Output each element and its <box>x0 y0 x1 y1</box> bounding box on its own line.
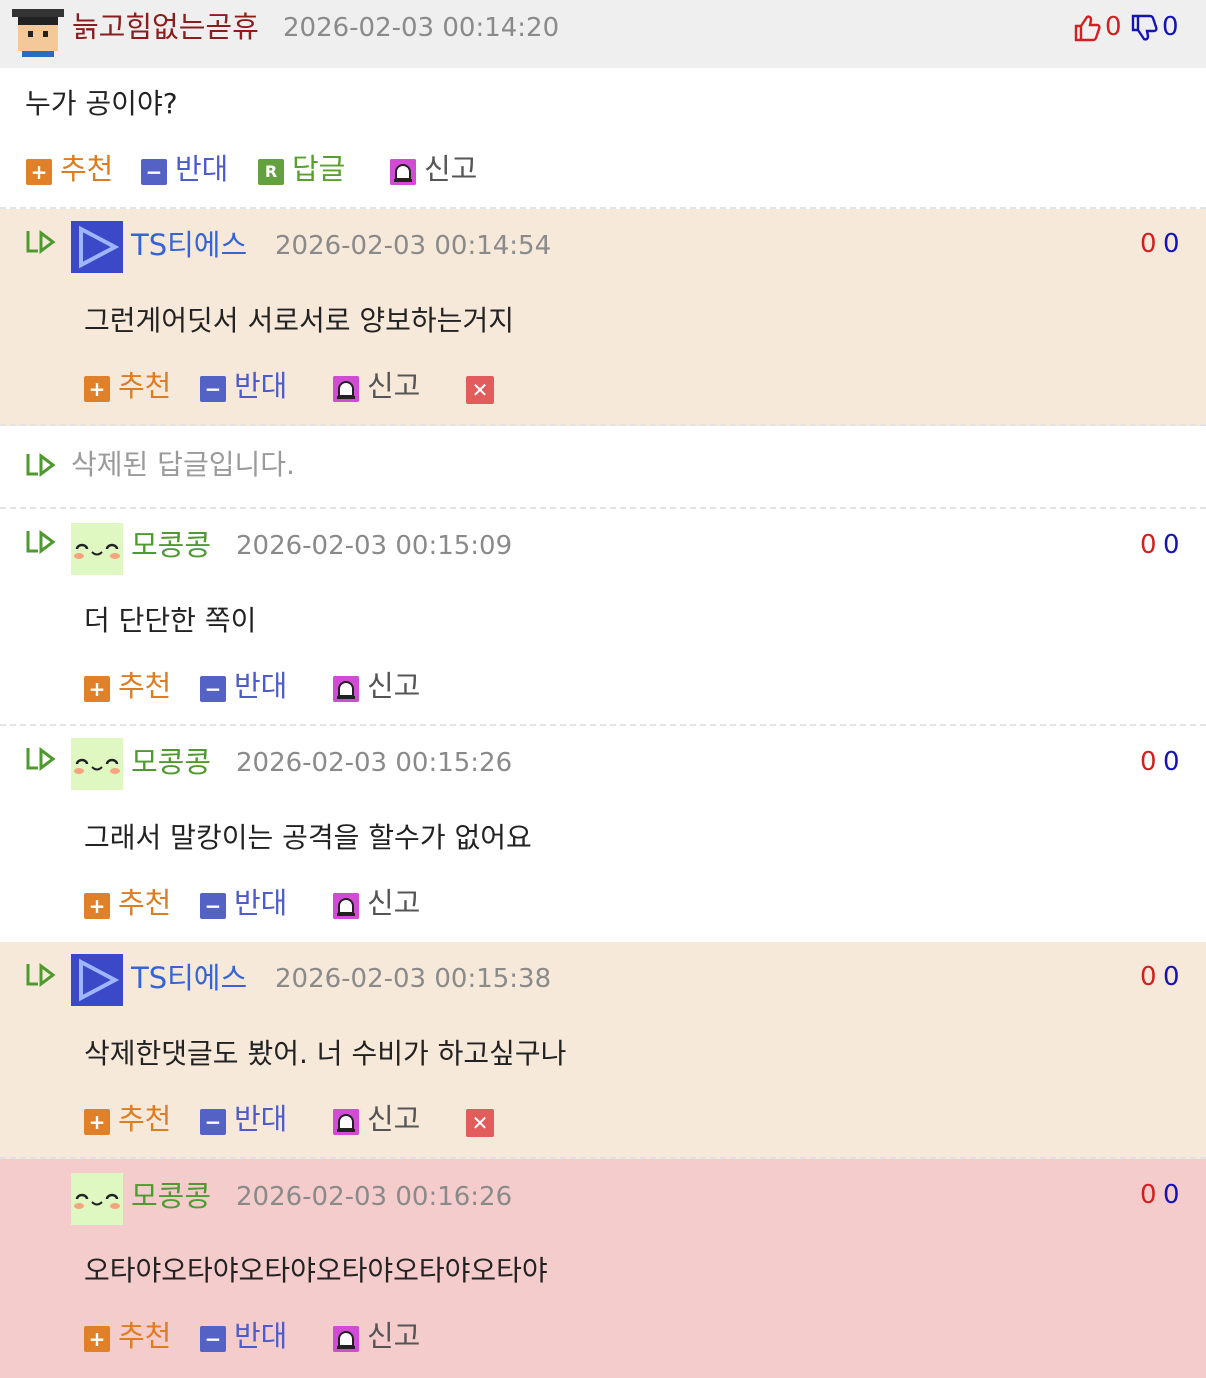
user-avatar-icon <box>71 1173 123 1225</box>
reply-item: TS티에스 2026-02-03 00:15:38 0 0 삭제한댓글도 봤어.… <box>0 942 1206 1159</box>
reply-icon: R <box>258 159 284 185</box>
reply-item: TS티에스 2026-02-03 00:14:54 0 0 그런게어딧서 서로서… <box>0 209 1206 426</box>
reply-button[interactable]: R 답글 <box>258 152 345 186</box>
report-button[interactable]: 신고 <box>333 1102 420 1136</box>
close-icon: ✕ <box>471 1111 489 1135</box>
plus-icon: + <box>84 676 110 702</box>
comment-author[interactable]: 늙고힘없는곧휴 <box>72 9 259 45</box>
comment-text: 누가 공이야? <box>25 87 178 120</box>
plus-icon: + <box>84 376 110 402</box>
recommend-button[interactable]: + 추천 <box>84 369 171 403</box>
reply-text: 오타야오타야오타야오타야오타야오타야 <box>84 1254 548 1287</box>
thumbs-up-icon[interactable] <box>1073 14 1101 42</box>
oppose-button[interactable]: − 반대 <box>200 669 287 703</box>
reply-text: 그래서 말캉이는 공격을 할수가 없어요 <box>84 821 532 854</box>
reply-text: 삭제한댓글도 봤어. 너 수비가 하고싶구나 <box>84 1037 567 1070</box>
reply-item: 모콩콩 2026-02-03 00:15:26 0 0 그래서 말캉이는 공격을… <box>0 726 1206 942</box>
dislike-count: 0 <box>1163 1180 1180 1210</box>
report-button[interactable]: 신고 <box>333 886 420 920</box>
dislike-count: 0 <box>1163 962 1180 992</box>
thumbs-down-icon[interactable] <box>1130 14 1158 42</box>
reply-arrow-icon <box>26 530 56 554</box>
siren-icon <box>333 676 359 702</box>
minus-icon: − <box>200 676 226 702</box>
plus-icon: + <box>84 1326 110 1352</box>
reply-author[interactable]: 모콩콩 <box>131 1178 211 1214</box>
reply-arrow-icon <box>26 453 56 477</box>
reply-item-deleted: 삭제된 답글입니다. <box>0 426 1206 509</box>
reply-date: 2026-02-03 00:15:09 <box>236 531 513 561</box>
minus-icon: − <box>200 376 226 402</box>
like-count: 0 <box>1105 12 1122 42</box>
reply-item-highlighted: 모콩콩 2026-02-03 00:16:26 0 0 오타야오타야오타야오타야… <box>0 1159 1206 1378</box>
reply-author[interactable]: 모콩콩 <box>131 527 211 563</box>
reply-arrow-icon <box>26 230 56 254</box>
plus-icon: + <box>84 1109 110 1135</box>
delete-button[interactable]: ✕ <box>466 376 494 404</box>
report-button[interactable]: 신고 <box>333 369 420 403</box>
reply-date: 2026-02-03 00:15:26 <box>236 748 513 778</box>
siren-icon <box>333 1326 359 1352</box>
report-button[interactable]: 신고 <box>333 669 420 703</box>
oppose-button[interactable]: − 반대 <box>200 369 287 403</box>
oppose-button[interactable]: − 반대 <box>200 1102 287 1136</box>
oppose-button[interactable]: − 반대 <box>200 1319 287 1353</box>
siren-icon <box>390 159 416 185</box>
plus-icon: + <box>26 159 52 185</box>
user-avatar-icon <box>71 523 123 575</box>
close-icon: ✕ <box>471 378 489 402</box>
reply-text: 그런게어딧서 서로서로 양보하는거지 <box>84 304 514 337</box>
plus-icon: + <box>84 893 110 919</box>
recommend-button[interactable]: + 추천 <box>84 669 171 703</box>
dislike-count: 0 <box>1163 229 1180 259</box>
dislike-count: 0 <box>1163 747 1180 777</box>
oppose-button[interactable]: − 반대 <box>200 886 287 920</box>
reply-arrow-icon <box>26 963 56 987</box>
like-count: 0 <box>1140 1180 1157 1210</box>
user-avatar-icon <box>71 954 123 1006</box>
minus-icon: − <box>200 893 226 919</box>
comment-header: 늙고힘없는곧휴 2026-02-03 00:14:20 0 0 <box>0 0 1206 68</box>
reply-date: 2026-02-03 00:15:38 <box>275 964 552 994</box>
siren-icon <box>333 376 359 402</box>
delete-button[interactable]: ✕ <box>466 1109 494 1137</box>
siren-icon <box>333 1109 359 1135</box>
recommend-button[interactable]: + 추천 <box>84 1102 171 1136</box>
minus-icon: − <box>141 159 167 185</box>
like-count: 0 <box>1140 229 1157 259</box>
report-button[interactable]: 신고 <box>390 152 477 186</box>
siren-icon <box>333 893 359 919</box>
oppose-button[interactable]: − 반대 <box>141 152 228 186</box>
minus-icon: − <box>200 1109 226 1135</box>
comment-date: 2026-02-03 00:14:20 <box>283 13 560 43</box>
like-count: 0 <box>1140 962 1157 992</box>
recommend-button[interactable]: + 추천 <box>26 152 113 186</box>
reply-author[interactable]: TS티에스 <box>131 227 247 263</box>
reply-arrow-icon <box>26 747 56 771</box>
reply-date: 2026-02-03 00:16:26 <box>236 1182 513 1212</box>
dislike-count: 0 <box>1162 12 1179 42</box>
user-avatar-icon <box>71 738 123 790</box>
like-count: 0 <box>1140 747 1157 777</box>
user-avatar-icon <box>71 221 123 273</box>
reply-date: 2026-02-03 00:14:54 <box>275 231 552 261</box>
reply-author[interactable]: TS티에스 <box>131 960 247 996</box>
reply-item: 모콩콩 2026-02-03 00:15:09 0 0 더 단단한 쪽이 + 추… <box>0 509 1206 726</box>
report-button[interactable]: 신고 <box>333 1319 420 1353</box>
dislike-count: 0 <box>1163 530 1180 560</box>
reply-text: 더 단단한 쪽이 <box>84 604 257 637</box>
reply-author[interactable]: 모콩콩 <box>131 744 211 780</box>
recommend-button[interactable]: + 추천 <box>84 1319 171 1353</box>
like-count: 0 <box>1140 530 1157 560</box>
recommend-button[interactable]: + 추천 <box>84 886 171 920</box>
minus-icon: − <box>200 1326 226 1352</box>
comment-body: 누가 공이야? + 추천 − 반대 R 답글 신고 <box>0 68 1206 209</box>
user-avatar-icon <box>12 9 64 57</box>
deleted-reply-text: 삭제된 답글입니다. <box>71 448 295 481</box>
